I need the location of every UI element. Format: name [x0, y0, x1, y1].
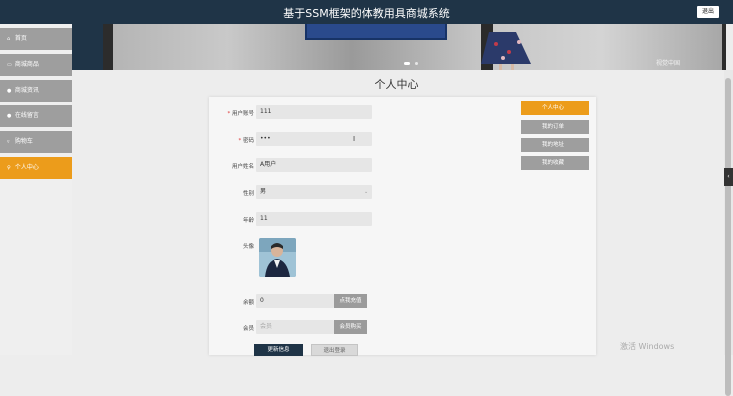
- collapse-panel-button[interactable]: ‹: [724, 168, 733, 186]
- password-label: * 密码: [238, 138, 254, 144]
- scrollbar-thumb[interactable]: [725, 78, 731, 396]
- sidebar-item-label: 购物车: [14, 138, 33, 145]
- cart-icon: ▿: [7, 139, 10, 145]
- age-label: 年龄: [242, 218, 254, 224]
- buy-member-button[interactable]: 会员购买: [334, 320, 367, 334]
- sidebar-item-profile[interactable]: ♀ 个人中心: [0, 157, 72, 179]
- user-icon: ♀: [7, 165, 11, 171]
- text-cursor-icon: I: [353, 135, 356, 143]
- sidebar: ⌂ 首页 ▭ 商城商品 ● 商城资讯 ● 在线留言 ▿ 购物车 ♀ 个人中心: [0, 24, 72, 355]
- gender-select[interactable]: 男: [256, 185, 372, 199]
- username-label: * 用户账号: [227, 111, 254, 117]
- balance-input[interactable]: 0: [256, 294, 334, 308]
- question-icon: ●: [7, 113, 12, 119]
- sidebar-item-home[interactable]: ⌂ 首页: [0, 28, 72, 50]
- recharge-button[interactable]: 点我充值: [334, 294, 367, 308]
- name-input[interactable]: A用户: [256, 158, 372, 172]
- banner-shadow: [722, 24, 726, 70]
- tab-orders[interactable]: 我的订单: [521, 120, 589, 134]
- vertical-scrollbar[interactable]: [724, 70, 733, 396]
- member-input[interactable]: 会员: [256, 320, 334, 334]
- sidebar-item-label: 商城商品: [14, 61, 39, 68]
- logout-account-button[interactable]: 退出登录: [311, 344, 358, 356]
- sidebar-item-label: 首页: [14, 35, 27, 42]
- update-info-button[interactable]: 更新信息: [254, 344, 303, 356]
- logout-button[interactable]: 退出: [697, 6, 719, 18]
- age-input[interactable]: 11: [256, 212, 372, 226]
- banner-shadow: [103, 24, 113, 70]
- carousel-dot-active[interactable]: [404, 62, 410, 65]
- avatar-label: 头像: [242, 244, 254, 250]
- app-title: 基于SSM框架的体教用具商城系统: [283, 7, 450, 20]
- banner-watermark: 视觉中国: [656, 60, 681, 67]
- balance-label: 余额: [242, 300, 254, 306]
- avatar-image[interactable]: [259, 238, 296, 277]
- banner-left-edge: [72, 24, 103, 70]
- sidebar-item-cart[interactable]: ▿ 购物车: [0, 131, 72, 153]
- chevron-down-icon: ⌄: [364, 189, 369, 195]
- home-icon: ⌂: [7, 36, 11, 42]
- tab-favorites[interactable]: 我的收藏: [521, 156, 589, 170]
- avatar-person-picture: [259, 238, 296, 277]
- page-title: 个人中心: [374, 78, 419, 91]
- carousel-dot[interactable]: [415, 62, 418, 65]
- gender-label: 性别: [242, 191, 254, 197]
- member-label: 会员: [242, 326, 254, 332]
- tab-profile[interactable]: 个人中心: [521, 101, 589, 115]
- banner-blue-panel: [305, 24, 447, 40]
- sidebar-item-label: 在线留言: [14, 112, 39, 119]
- windows-activation-watermark: 激活 Windows: [620, 342, 675, 351]
- sidebar-item-label: 个人中心: [14, 164, 39, 171]
- username-input[interactable]: 111: [256, 105, 372, 119]
- sidebar-item-messages[interactable]: ● 在线留言: [0, 105, 72, 127]
- banner-image: 视觉中国: [103, 24, 726, 70]
- banner-model-figure: [481, 24, 531, 70]
- top-header: 基于SSM框架的体教用具商城系统 退出: [0, 0, 733, 24]
- tab-address[interactable]: 我的地址: [521, 138, 589, 152]
- sidebar-item-products[interactable]: ▭ 商城商品: [0, 54, 72, 76]
- name-label: 用户姓名: [231, 164, 254, 170]
- box-icon: ▭: [7, 62, 12, 68]
